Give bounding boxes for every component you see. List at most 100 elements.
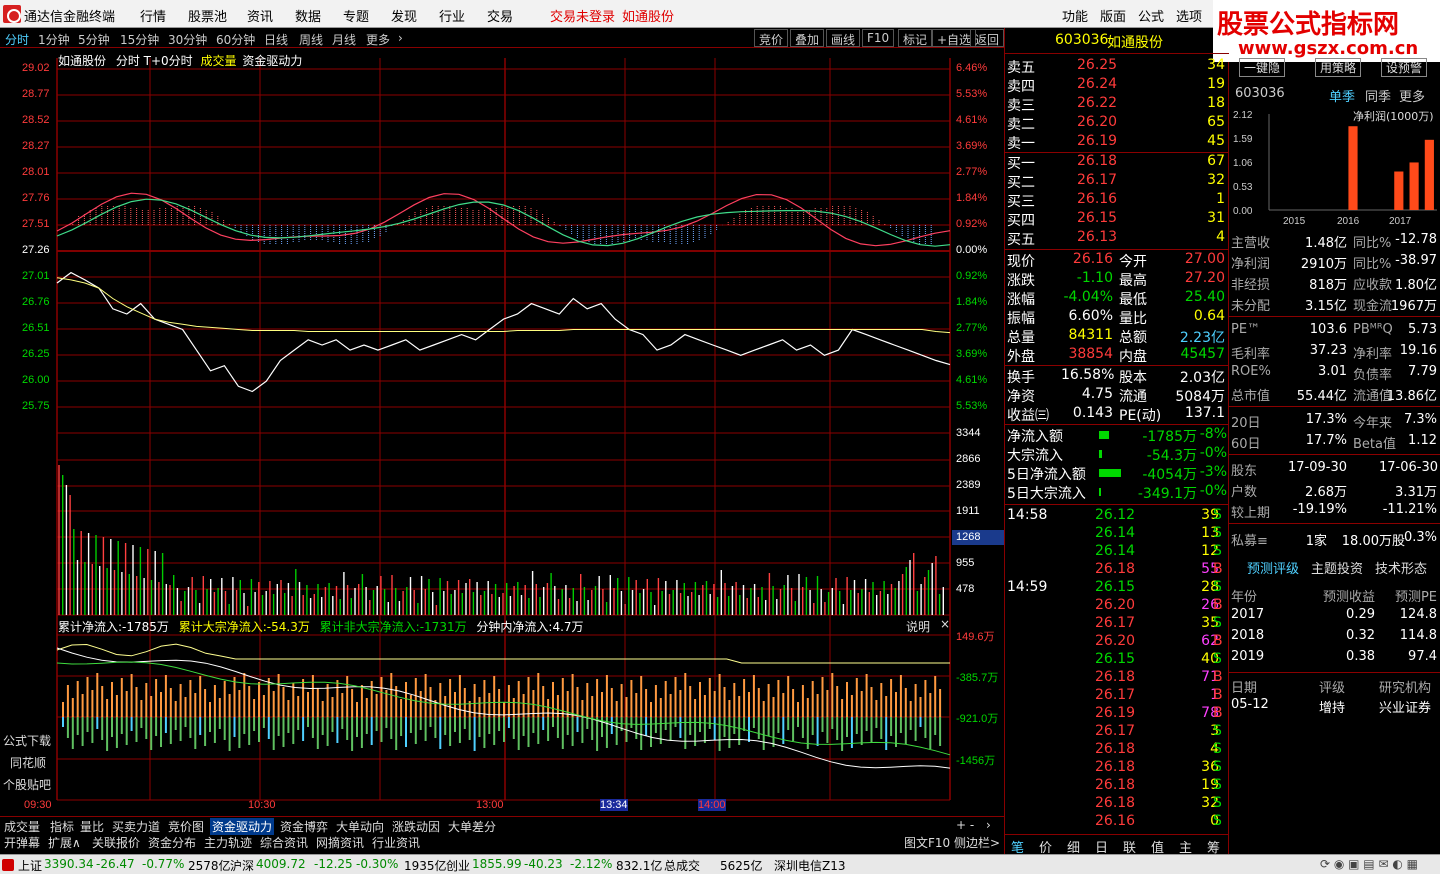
menu-topics[interactable]: 专题 bbox=[343, 6, 369, 25]
flow-row[interactable]: 大宗流入 -54.3万 -0% bbox=[1005, 445, 1229, 464]
tab-volume[interactable]: 成交量 bbox=[4, 818, 40, 835]
stat-row[interactable]: 涨跌 -1.10 最高 27.20 bbox=[1005, 270, 1229, 289]
tick-row[interactable]: 26.16 0 S bbox=[1005, 813, 1229, 832]
tick-row[interactable]: 26.18 36 S bbox=[1005, 759, 1229, 778]
close-icon[interactable]: × bbox=[940, 617, 950, 631]
tick-row[interactable]: 26.17 3 S bbox=[1005, 723, 1229, 742]
tab-vol-ratio[interactable]: 量比 bbox=[80, 818, 104, 835]
bid-row[interactable]: 买三 26.16 1 bbox=[1005, 191, 1229, 210]
period-more[interactable]: 更多 bbox=[366, 31, 390, 48]
tab-web-news[interactable]: 网摘资讯 bbox=[316, 834, 364, 851]
tab-main-track[interactable]: 主力轨迹 bbox=[204, 834, 252, 851]
menu-options[interactable]: 选项 bbox=[1176, 6, 1202, 25]
menu-layout[interactable]: 版面 bbox=[1100, 6, 1126, 25]
tick-row[interactable]: 26.18 19 S bbox=[1005, 777, 1229, 796]
draw-button[interactable]: 画线 bbox=[826, 29, 861, 47]
forecast-tab[interactable]: 主题投资 bbox=[1311, 558, 1363, 577]
tab-plus[interactable]: + - bbox=[956, 818, 974, 832]
menu-formula[interactable]: 公式 bbox=[1138, 6, 1164, 25]
explain-link[interactable]: 说明 bbox=[906, 618, 930, 635]
stat-row[interactable]: 净资 4.75 流通 5084万 bbox=[1005, 386, 1229, 405]
forecast-tab[interactable]: 预测评级 bbox=[1247, 558, 1299, 577]
stat-row[interactable]: 换手 16.58% 股本 2.03亿 bbox=[1005, 367, 1229, 386]
menu-trade[interactable]: 交易 bbox=[487, 6, 513, 25]
menu-functions[interactable]: 功能 bbox=[1062, 6, 1088, 25]
period-weekly[interactable]: 周线 bbox=[299, 31, 323, 48]
side-formula-download[interactable]: 公式下载 bbox=[3, 732, 51, 749]
f10-button[interactable]: F10 bbox=[862, 29, 895, 47]
tab-indicator[interactable]: 指标 bbox=[50, 818, 74, 835]
intraday-chart-svg[interactable] bbox=[0, 48, 1004, 816]
ask-row[interactable]: 卖四 26.24 19 bbox=[1005, 76, 1229, 95]
tick-row[interactable]: 26.18 32 S bbox=[1005, 795, 1229, 814]
tick-row[interactable]: 26.20 26 B bbox=[1005, 597, 1229, 616]
strategy-button[interactable]: 用策略 bbox=[1315, 58, 1362, 77]
tick-row[interactable]: 26.18 55 B bbox=[1005, 561, 1229, 580]
stat-row[interactable]: 现价 26.16 今开 27.00 bbox=[1005, 251, 1229, 270]
login-status[interactable]: 交易未登录 bbox=[550, 6, 615, 25]
tab-f10-graphic[interactable]: 图文F10 bbox=[904, 834, 950, 851]
stat-row[interactable]: 外盘 38854 内盘 45457 bbox=[1005, 346, 1229, 365]
ask-row[interactable]: 卖五 26.25 34 bbox=[1005, 57, 1229, 76]
bid-row[interactable]: 买五 26.13 4 bbox=[1005, 229, 1229, 248]
period-monthly[interactable]: 月线 bbox=[332, 31, 356, 48]
tab-fund-dist[interactable]: 资金分布 bbox=[148, 834, 196, 851]
tab-buy-sell-force[interactable]: 买卖力道 bbox=[112, 818, 160, 835]
refresh-icon[interactable]: ⟳ ◉ ▣ ▤ ✉ ◐ ▦ bbox=[1320, 857, 1418, 871]
tab-chevron-icon[interactable]: › bbox=[986, 818, 991, 832]
tab-big-order[interactable]: 大单动向 bbox=[336, 818, 384, 835]
tab-industry-news[interactable]: 行业资讯 bbox=[372, 834, 420, 851]
alert-button[interactable]: 设预警 bbox=[1381, 58, 1428, 77]
period-1min[interactable]: 1分钟 bbox=[38, 31, 70, 48]
period-60min[interactable]: 60分钟 bbox=[216, 31, 255, 48]
chart-area[interactable]: 如通股份 分时 T+0分时 成交量 资金驱动力 29.02 28.77 28.52 2… bbox=[0, 48, 1004, 816]
tick-row[interactable]: 26.18 4 S bbox=[1005, 741, 1229, 760]
menu-industry[interactable]: 行业 bbox=[439, 6, 465, 25]
tab-capital-game[interactable]: 资金博弈 bbox=[280, 818, 328, 835]
bid-row[interactable]: 买一 26.18 67 bbox=[1005, 153, 1229, 172]
tick-row[interactable]: 26.15 40 S bbox=[1005, 651, 1229, 670]
tick-row[interactable]: 26.14 13 S bbox=[1005, 525, 1229, 544]
forecast-tab[interactable]: 技术形态 bbox=[1375, 558, 1427, 577]
period-30min[interactable]: 30分钟 bbox=[168, 31, 207, 48]
tab-sidebar[interactable]: 侧边栏> bbox=[954, 834, 1000, 851]
tick-row[interactable]: 26.14 12 S bbox=[1005, 543, 1229, 562]
ask-row[interactable]: 卖一 26.19 45 bbox=[1005, 133, 1229, 152]
menu-quotes[interactable]: 行情 bbox=[140, 6, 166, 25]
tick-row[interactable]: 26.20 62 B bbox=[1005, 633, 1229, 652]
tab-drivers[interactable]: 涨跌动因 bbox=[392, 818, 440, 835]
stat-row[interactable]: 收益㈢ 0.143 PE(动) 137.1 bbox=[1005, 405, 1229, 424]
menu-stock-pool[interactable]: 股票池 bbox=[188, 6, 227, 25]
tab-general-news[interactable]: 综合资讯 bbox=[260, 834, 308, 851]
menu-data[interactable]: 数据 bbox=[295, 6, 321, 25]
tick-row[interactable]: 14:58 26.12 39 S bbox=[1005, 507, 1229, 526]
ask-row[interactable]: 卖二 26.20 65 bbox=[1005, 114, 1229, 133]
stat-row[interactable]: 涨幅 -4.04% 最低 25.40 bbox=[1005, 289, 1229, 308]
tick-row[interactable]: 26.19 78 B bbox=[1005, 705, 1229, 724]
hide-button[interactable]: 一键隐 bbox=[1239, 58, 1286, 77]
tick-row[interactable]: 14:59 26.15 28 S bbox=[1005, 579, 1229, 598]
hs-label[interactable]: 沪深 bbox=[230, 857, 254, 874]
bid-row[interactable]: 买四 26.15 31 bbox=[1005, 210, 1229, 229]
tick-row[interactable]: 26.18 71 B bbox=[1005, 669, 1229, 688]
tick-row[interactable]: 26.17 1 B bbox=[1005, 687, 1229, 706]
tab-capital-drive[interactable]: 资金驱动力 bbox=[210, 818, 275, 835]
tick-row[interactable]: 26.17 35 S bbox=[1005, 615, 1229, 634]
back-button[interactable]: 返回 bbox=[970, 29, 1005, 47]
period-intraday[interactable]: 分时 bbox=[5, 31, 29, 48]
stat-row[interactable]: 振幅 6.60% 量比 0.64 bbox=[1005, 308, 1229, 327]
ask-row[interactable]: 卖三 26.22 18 bbox=[1005, 95, 1229, 114]
bid-row[interactable]: 买二 26.17 32 bbox=[1005, 172, 1229, 191]
tab-danmaku[interactable]: 开弹幕 bbox=[4, 834, 40, 851]
period-5min[interactable]: 5分钟 bbox=[78, 31, 110, 48]
side-ths[interactable]: 同花顺 bbox=[10, 754, 46, 771]
stat-row[interactable]: 总量 84311 总额 2.23亿 bbox=[1005, 327, 1229, 346]
flow-row[interactable]: 5日净流入额 -4054万 -3% bbox=[1005, 464, 1229, 483]
tab-related-quote[interactable]: 关联报价 bbox=[92, 834, 140, 851]
flow-row[interactable]: 5日大宗流入 -349.1万 -0% bbox=[1005, 483, 1229, 502]
chevron-right-icon[interactable]: › bbox=[398, 31, 403, 45]
flow-row[interactable]: 净流入额 -1785万 -8% bbox=[1005, 426, 1229, 445]
overlay-button[interactable]: 叠加 bbox=[790, 29, 825, 47]
mark-button[interactable]: 标记 bbox=[898, 29, 933, 47]
tab-big-diff[interactable]: 大单差分 bbox=[448, 818, 496, 835]
